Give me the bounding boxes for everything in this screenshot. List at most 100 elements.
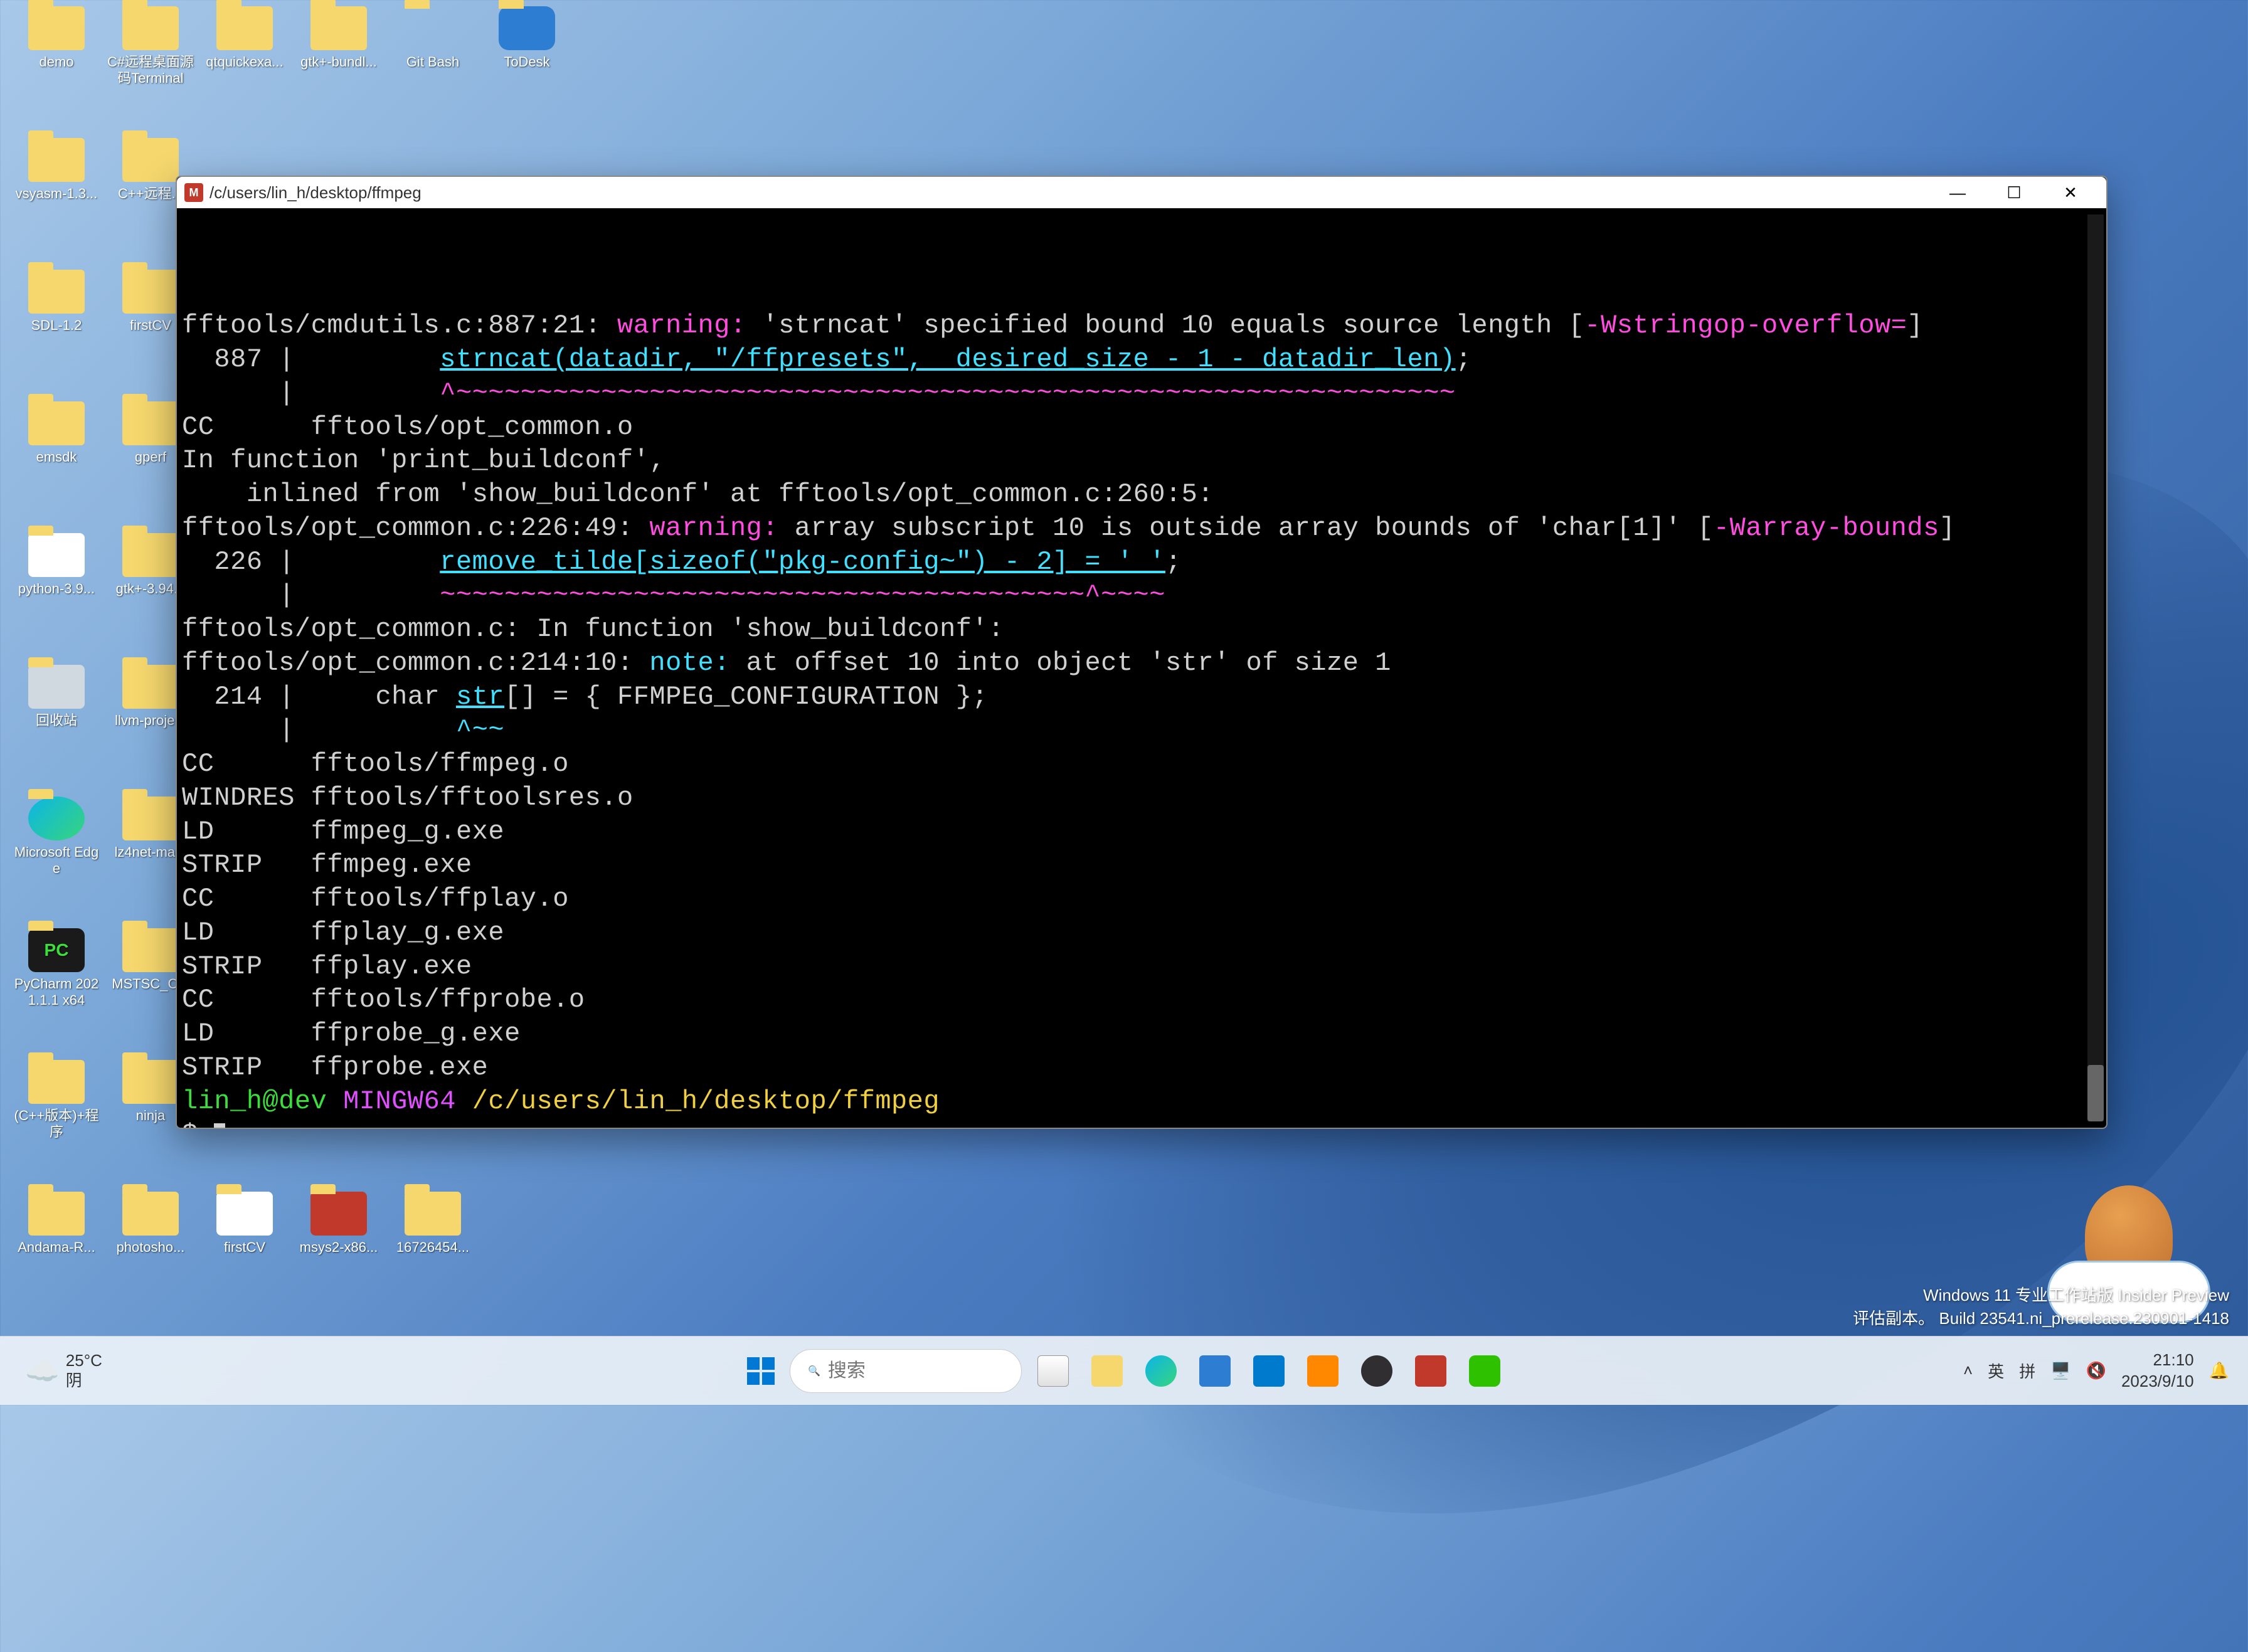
desktop-icon[interactable]: vsyasm-1.3... [13, 138, 100, 202]
time: 21:10 [2121, 1350, 2194, 1371]
folder-icon [405, 1192, 461, 1236]
weather-icon: ☁️ [25, 1355, 60, 1387]
terminal-line: CC fftools/ffmpeg.o [182, 748, 2101, 781]
weather-widget[interactable]: ☁️ 25°C 阴 [0, 1351, 251, 1390]
obs-button[interactable] [1354, 1348, 1399, 1394]
git-icon [405, 6, 461, 50]
icon-label: 16726454... [389, 1239, 477, 1256]
icon-label: qtquickexa... [201, 54, 289, 70]
desktop-icon[interactable]: 16726454... [389, 1192, 477, 1256]
desktop-icon[interactable]: Git Bash [389, 6, 477, 70]
desktop-icon[interactable]: SDL-1.2 [13, 270, 100, 334]
folder-icon [216, 6, 273, 50]
watermark-line-2: 评估副本。 Build 23541.ni_prerelease.230901-1… [1853, 1307, 2229, 1330]
terminal-line: | ~~~~~~~~~~~~~~~~~~~~~~~~~~~~~~~~~~~~~~… [182, 579, 2101, 613]
terminal-line: CC fftools/ffprobe.o [182, 983, 2101, 1017]
close-button[interactable]: ✕ [2042, 177, 2099, 208]
icon-label: gtk+-bundl... [295, 54, 383, 70]
desktop-icon[interactable]: 回收站 [13, 665, 100, 729]
terminal-line: STRIP ffmpeg.exe [182, 849, 2101, 882]
desktop-icon[interactable]: demo [13, 6, 100, 70]
folder-icon [28, 401, 85, 445]
folder-icon [122, 665, 179, 709]
vscode-button[interactable] [1246, 1348, 1291, 1394]
icon-label: demo [13, 54, 100, 70]
weather-cond: 阴 [66, 1371, 102, 1390]
desktop-icon[interactable]: Andama-R... [13, 1192, 100, 1256]
pc-icon: PC [28, 928, 85, 972]
start-button[interactable] [741, 1351, 781, 1391]
terminal-line: 226 | remove_tilde[sizeof("pkg-config~")… [182, 546, 2101, 580]
msys-button[interactable] [1408, 1348, 1453, 1394]
minimize-button[interactable]: — [1929, 177, 1986, 208]
clock[interactable]: 21:10 2023/9/10 [2121, 1350, 2194, 1392]
edge-button[interactable] [1138, 1348, 1184, 1394]
search-input[interactable] [828, 1360, 1004, 1382]
icon-label: Microsoft Edge [13, 844, 100, 877]
icon-label: msys2-x86... [295, 1239, 383, 1256]
titlebar[interactable]: M /c/users/lin_h/desktop/ffmpeg — ☐ ✕ [177, 177, 2106, 208]
icon-label: Andama-R... [13, 1239, 100, 1256]
terminal-line: In function 'print_buildconf', [182, 444, 2101, 478]
tray-chevron-icon[interactable]: ˄ [1963, 1361, 1973, 1380]
terminal-line: lin_h@dev MINGW64 /c/users/lin_h/desktop… [182, 1085, 2101, 1119]
ime-lang[interactable]: 英 [1988, 1359, 2004, 1382]
notifications-icon[interactable]: 🔔 [2209, 1361, 2229, 1380]
network-icon[interactable]: 🖥️ [2050, 1361, 2070, 1380]
taskview-button[interactable] [1031, 1348, 1076, 1394]
desktop-icon[interactable]: C#远程桌面源码Terminal [107, 6, 194, 87]
wechat-button[interactable] [1462, 1348, 1507, 1394]
terminal-line: fftools/opt_common.c:226:49: warning: ar… [182, 512, 2101, 546]
terminal-line: inlined from 'show_buildconf' at fftools… [182, 478, 2101, 512]
store-button[interactable] [1192, 1348, 1238, 1394]
watermark-line-1: Windows 11 专业工作站版 Insider Preview [1853, 1284, 2229, 1306]
taskbar[interactable]: ☁️ 25°C 阴 🔍 ˄ 英 拼 🖥️ 🔇 21:10 2023/9/10 [0, 1336, 2248, 1405]
folder-icon [28, 138, 85, 182]
py-icon [216, 1192, 273, 1236]
recycle-icon [28, 665, 85, 709]
desktop-icon[interactable]: emsdk [13, 401, 100, 465]
volume-icon[interactable]: 🔇 [2086, 1361, 2106, 1380]
scrollbar-thumb[interactable] [2087, 1065, 2104, 1121]
todesk-icon [499, 6, 555, 50]
desktop-icon[interactable]: firstCV [201, 1192, 289, 1256]
terminal-line: fftools/opt_common.c: In function 'show_… [182, 613, 2101, 647]
msys-icon [310, 1192, 367, 1236]
folder-icon [122, 6, 179, 50]
terminal-line: WINDRES fftools/fftoolsres.o [182, 781, 2101, 815]
terminal-line: 214 | char str[] = { FFMPEG_CONFIGURATIO… [182, 680, 2101, 714]
terminal-line: LD ffmpeg_g.exe [182, 815, 2101, 849]
vlc-button[interactable] [1300, 1348, 1345, 1394]
weather-temp: 25°C [66, 1351, 102, 1370]
desktop-icon[interactable]: msys2-x86... [295, 1192, 383, 1256]
desktop-icon[interactable]: qtquickexa... [201, 6, 289, 70]
windows-watermark: Windows 11 专业工作站版 Insider Preview 评估副本。 … [1853, 1284, 2229, 1330]
ime-mode[interactable]: 拼 [2019, 1359, 2035, 1382]
desktop-icon[interactable]: Microsoft Edge [13, 797, 100, 877]
folder-icon [122, 401, 179, 445]
desktop-icon[interactable]: (C++版本)+程序 [13, 1060, 100, 1141]
folder-icon [310, 6, 367, 50]
terminal-line: | ^~~ [182, 714, 2101, 748]
icon-label: photosho... [107, 1239, 194, 1256]
terminal-line: CC fftools/opt_common.o [182, 411, 2101, 445]
maximize-button[interactable]: ☐ [1986, 177, 2042, 208]
cursor [214, 1123, 225, 1128]
terminal-window[interactable]: M /c/users/lin_h/desktop/ffmpeg — ☐ ✕ ff… [176, 176, 2108, 1129]
folder-icon [122, 797, 179, 840]
icon-label: firstCV [201, 1239, 289, 1256]
icon-label: vsyasm-1.3... [13, 186, 100, 202]
desktop-icon[interactable]: photosho... [107, 1192, 194, 1256]
icon-label: (C++版本)+程序 [13, 1108, 100, 1141]
desktop-icon[interactable]: PCPyCharm 2021.1.1 x64 [13, 928, 100, 1009]
desktop-icon[interactable]: python-3.9... [13, 533, 100, 597]
search-box[interactable]: 🔍 [790, 1349, 1022, 1393]
scrollbar[interactable] [2087, 214, 2104, 1121]
terminal-line: fftools/cmdutils.c:887:21: warning: 'str… [182, 309, 2101, 343]
explorer-button[interactable] [1084, 1348, 1130, 1394]
windows-logo-icon [747, 1357, 775, 1385]
desktop-icon[interactable]: ToDesk [483, 6, 571, 70]
terminal-line: LD ffprobe_g.exe [182, 1017, 2101, 1051]
desktop-icon[interactable]: gtk+-bundl... [295, 6, 383, 70]
terminal-body[interactable]: fftools/cmdutils.c:887:21: warning: 'str… [177, 208, 2106, 1128]
